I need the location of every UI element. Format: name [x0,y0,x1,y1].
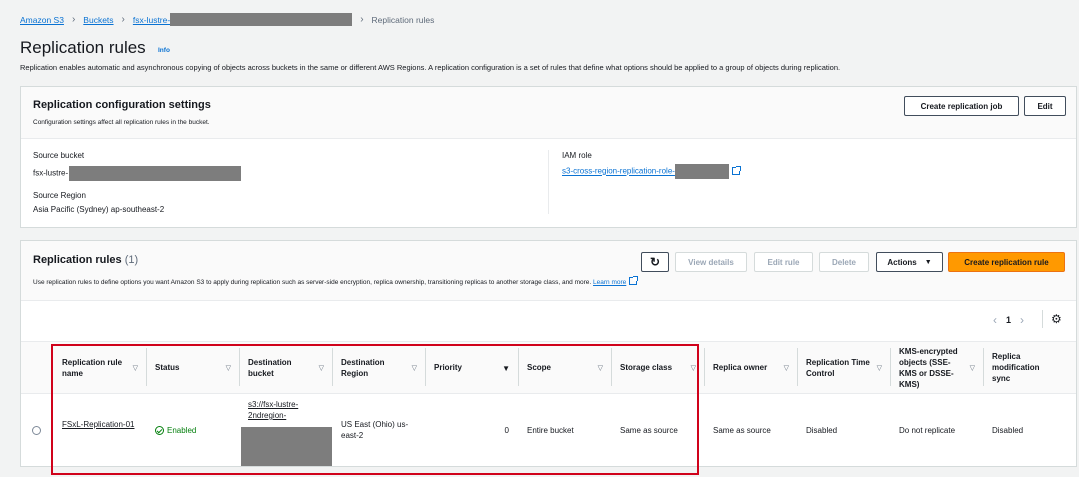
highlight-box [51,344,699,475]
rtc-cell: Disabled [806,426,838,435]
create-replication-rule-button[interactable]: Create replication rule [948,252,1065,272]
chevron-right-icon: › [360,14,364,25]
source-region-value: Asia Pacific (Sydney) ap-southeast-2 [33,205,165,214]
pagination: ‹ 1 › [993,313,1024,327]
column-replication-time-control[interactable]: Replication Time Control ▽ [797,341,890,394]
refresh-icon: ↻ [649,255,661,269]
chevron-right-icon: › [71,14,76,25]
source-bucket-label: Source bucket [33,151,85,160]
delete-button[interactable]: Delete [819,252,869,272]
mod-sync-cell: Disabled [992,426,1024,435]
external-link-icon [629,276,639,285]
sort-icon: ▽ [783,365,789,372]
rules-count: (1) [124,254,139,266]
gear-icon[interactable]: ⚙ [1051,312,1062,326]
page-number[interactable]: 1 [1006,315,1011,325]
redacted-block [69,166,242,181]
column-replica-modification-sync[interactable]: Replica modification sync [983,341,1076,394]
page-title: Replication rules [20,38,146,57]
edit-rule-button[interactable]: Edit rule [754,252,813,272]
pager-divider [1042,310,1043,328]
next-page-icon[interactable]: › [1020,313,1024,327]
redacted-block [674,164,729,179]
breadcrumb-bucket[interactable]: fsx-lustre- [133,15,170,25]
rules-title: Replication rules (1) [33,254,139,266]
rules-description: Use replication rules to define options … [33,276,639,286]
info-link[interactable]: Info [158,47,170,54]
breadcrumb-current: Replication rules [371,14,435,25]
breadcrumb-buckets[interactable]: Buckets [83,15,113,25]
row-select-radio[interactable] [32,426,41,435]
previous-page-icon[interactable]: ‹ [993,313,997,327]
chevron-right-icon: › [121,14,125,25]
external-link-icon [731,165,741,175]
breadcrumb: Amazon S3 › Buckets › fsx-lustre- › Repl… [20,13,434,26]
config-subtitle: Configuration settings affect all replic… [33,119,210,126]
caret-down-icon: ▼ [924,258,932,266]
column-kms-encrypted[interactable]: KMS-encrypted objects (SSE-KMS or DSSE-K… [890,341,983,394]
iam-role-link[interactable]: s3-cross-region-replication-role- [562,167,675,176]
iam-role-value: s3-cross-region-replication-role- [562,164,741,179]
sort-icon: ▽ [876,365,882,372]
source-bucket-value: fsx-lustre- [33,166,242,181]
redacted-block [170,13,353,26]
breadcrumb-amazon-s3[interactable]: Amazon S3 [20,15,64,25]
edit-config-button[interactable]: Edit [1024,96,1066,116]
column-divider [548,150,549,214]
kms-cell: Do not replicate [899,426,956,435]
replica-owner-cell: Same as source [713,426,771,435]
actions-dropdown[interactable]: Actions ▼ [876,252,943,272]
column-replica-owner[interactable]: Replica owner ▽ [704,341,797,394]
refresh-button[interactable]: ↻ [641,252,669,272]
create-replication-job-button[interactable]: Create replication job [904,96,1019,116]
view-details-button[interactable]: View details [675,252,747,272]
iam-role-label: IAM role [562,151,592,160]
page-description: Replication enables automatic and asynch… [20,63,841,72]
source-region-label: Source Region [33,191,86,200]
sort-icon: ▽ [969,365,975,372]
learn-more-link[interactable]: Learn more [593,279,626,286]
config-title: Replication configuration settings [33,99,211,111]
